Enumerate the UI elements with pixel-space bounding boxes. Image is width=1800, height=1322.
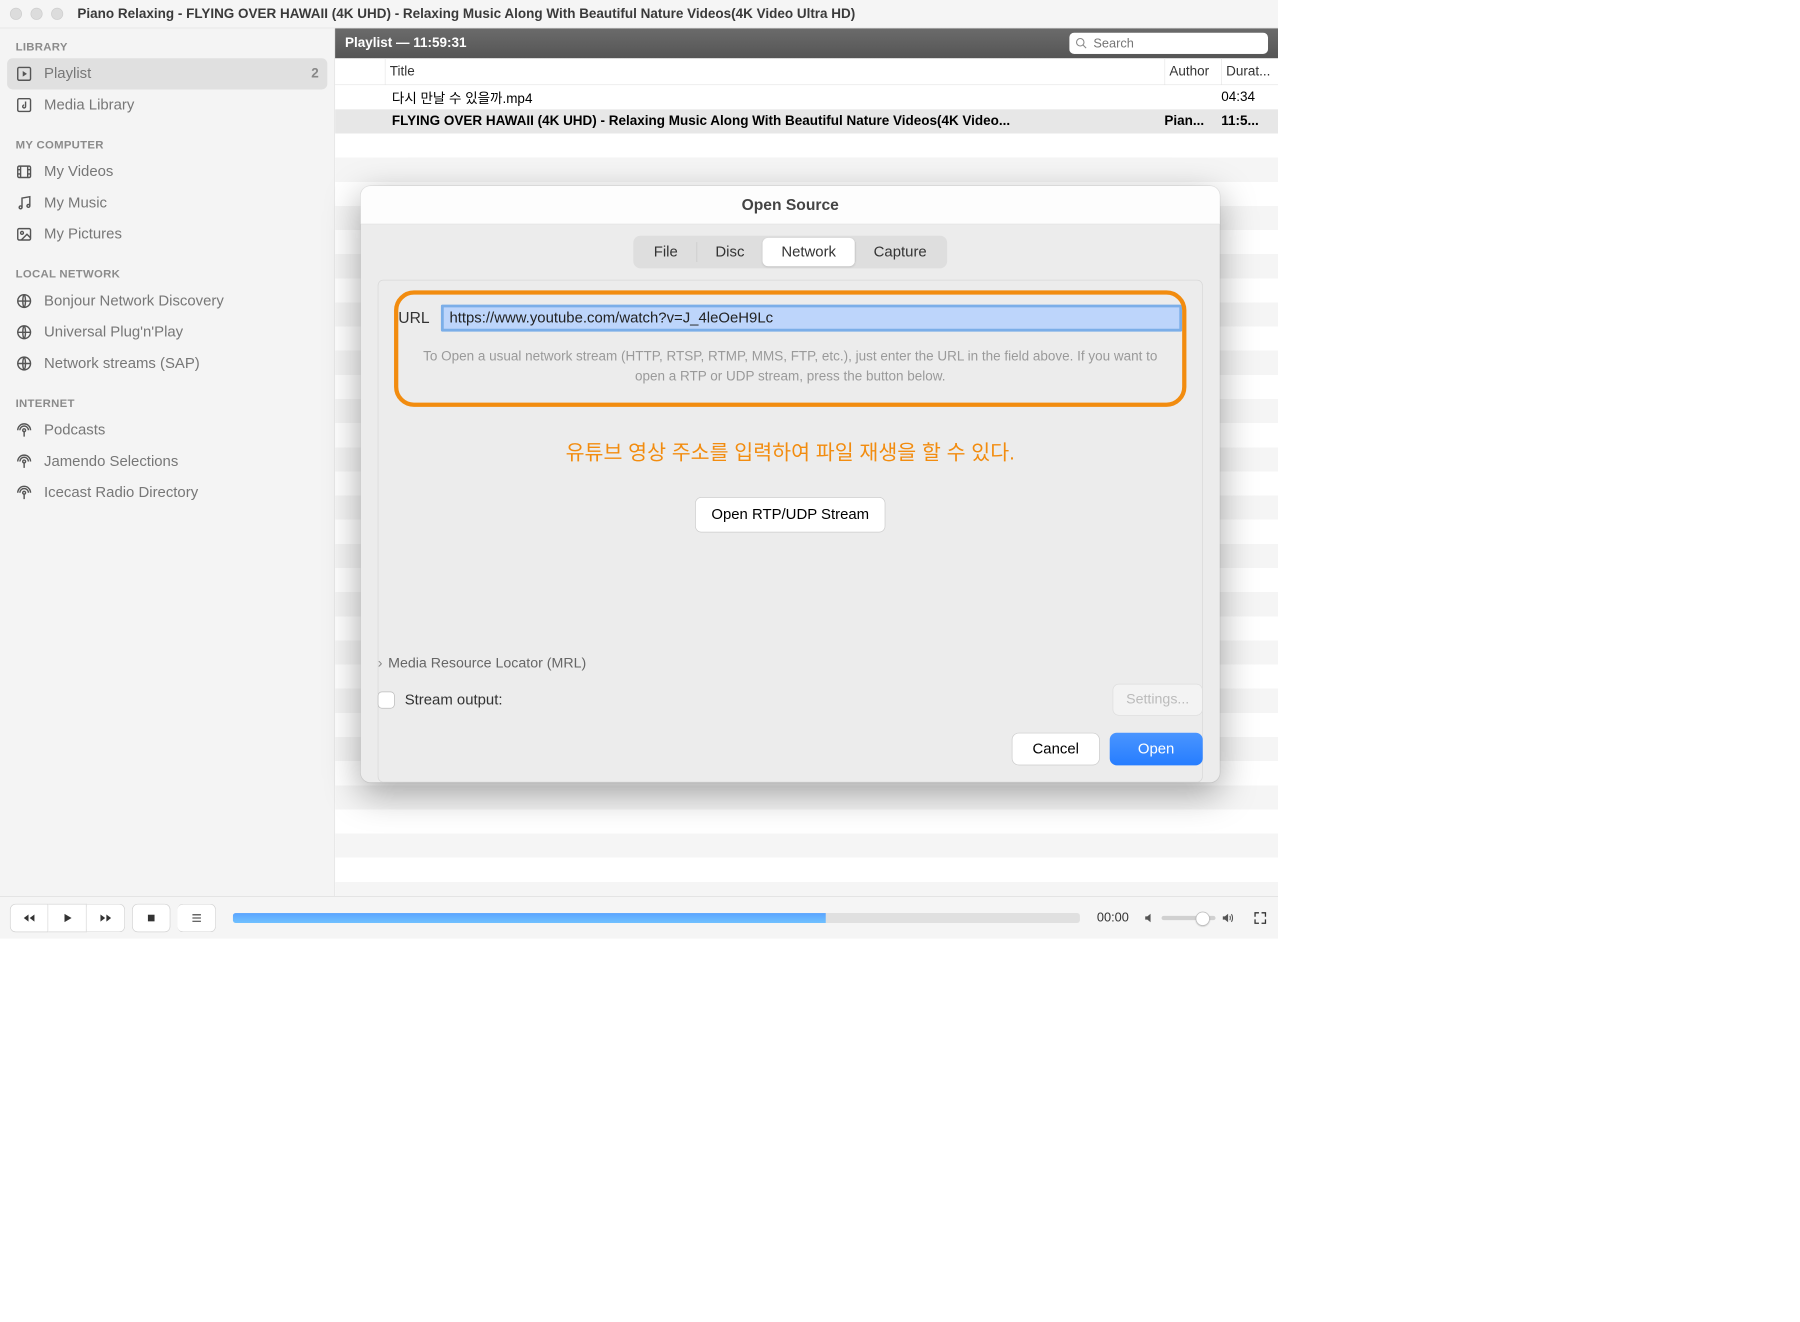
playlist-header-title: Playlist — 11:59:31	[345, 36, 466, 52]
tab-file[interactable]: File	[635, 238, 696, 266]
chevron-right-icon: ›	[378, 655, 383, 671]
table-row[interactable]: FLYING OVER HAWAII (4K UHD) - Relaxing M…	[335, 109, 1278, 133]
film-icon	[16, 163, 33, 180]
row-title: 다시 만날 수 있을까.mp4	[385, 88, 1165, 107]
globe-icon	[16, 293, 33, 310]
row-duration: 04:34	[1221, 89, 1278, 105]
sidebar-item-count: 2	[311, 66, 319, 82]
sidebar-item-my-videos[interactable]: My Videos	[0, 156, 334, 187]
stream-settings-button[interactable]: Settings...	[1113, 684, 1203, 716]
sidebar-item-label: Podcasts	[44, 422, 105, 439]
sidebar-item-label: Jamendo Selections	[44, 453, 178, 470]
source-tabs: File Disc Network Capture	[633, 236, 947, 269]
window-title: Piano Relaxing - FLYING OVER HAWAII (4K …	[77, 6, 855, 22]
stream-output-label: Stream output:	[405, 691, 503, 708]
sidebar-item-label: My Videos	[44, 163, 113, 180]
timecode: 00:00	[1097, 910, 1129, 925]
open-button[interactable]: Open	[1109, 733, 1202, 766]
url-input[interactable]	[441, 305, 1182, 332]
sidebar: LIBRARY Playlist 2 Media Library MY COMP…	[0, 28, 335, 896]
sidebar-item-label: My Pictures	[44, 226, 122, 243]
search-input[interactable]	[1069, 33, 1268, 54]
cancel-button[interactable]: Cancel	[1012, 733, 1100, 766]
column-duration[interactable]: Durat...	[1221, 58, 1278, 84]
mrl-label: Media Resource Locator (MRL)	[388, 655, 586, 671]
column-title[interactable]: Title	[385, 58, 1165, 84]
sidebar-item-sap[interactable]: Network streams (SAP)	[0, 348, 334, 379]
sidebar-item-my-music[interactable]: My Music	[0, 187, 334, 218]
sidebar-item-label: Network streams (SAP)	[44, 355, 200, 372]
broadcast-icon	[16, 453, 33, 470]
sidebar-item-label: Playlist	[44, 65, 91, 82]
progress-bar[interactable]	[233, 913, 1080, 923]
open-source-dialog: Open Source File Disc Network Capture UR…	[361, 186, 1220, 782]
sidebar-section-internet: INTERNET	[0, 392, 334, 415]
sidebar-item-my-pictures[interactable]: My Pictures	[0, 219, 334, 250]
volume-slider[interactable]	[1162, 916, 1216, 920]
sidebar-item-media-library[interactable]: Media Library	[0, 89, 334, 120]
globe-icon	[16, 324, 33, 341]
broadcast-icon	[16, 422, 33, 439]
table-row[interactable]: 다시 만날 수 있을까.mp4 04:34	[335, 85, 1278, 109]
dialog-title: Open Source	[361, 186, 1220, 224]
annotation-text: 유튜브 영상 주소를 입력하여 파일 재생을 할 수 있다.	[393, 436, 1188, 466]
volume-low-icon	[1143, 911, 1156, 924]
music-icon	[16, 195, 33, 212]
progress-fill	[233, 913, 826, 923]
next-button[interactable]	[87, 903, 125, 931]
sidebar-item-jamendo[interactable]: Jamendo Selections	[0, 446, 334, 477]
play-button[interactable]	[48, 903, 86, 931]
tab-network[interactable]: Network	[763, 238, 855, 266]
sidebar-item-bonjour[interactable]: Bonjour Network Discovery	[0, 285, 334, 316]
url-hint: To Open a usual network stream (HTTP, RT…	[393, 347, 1188, 386]
row-author: Pian...	[1164, 114, 1221, 130]
table-header: Title Author Durat...	[335, 58, 1278, 85]
playlist-icon	[16, 65, 33, 82]
sidebar-section-library: LIBRARY	[0, 36, 334, 59]
sidebar-item-playlist[interactable]: Playlist 2	[7, 58, 327, 89]
row-duration: 11:5...	[1221, 114, 1278, 130]
tab-disc[interactable]: Disc	[697, 238, 763, 266]
content-header: Playlist — 11:59:31	[335, 28, 1278, 58]
sidebar-item-podcasts[interactable]: Podcasts	[0, 415, 334, 446]
stream-output-checkbox[interactable]	[378, 691, 395, 708]
sidebar-section-localnetwork: LOCAL NETWORK	[0, 263, 334, 286]
globe-icon	[16, 355, 33, 372]
mrl-disclosure[interactable]: › Media Resource Locator (MRL)	[378, 655, 1203, 671]
minimize-window-button[interactable]	[31, 8, 43, 20]
sidebar-item-icecast[interactable]: Icecast Radio Directory	[0, 477, 334, 508]
url-label: URL	[398, 309, 429, 327]
sidebar-item-upnp[interactable]: Universal Plug'n'Play	[0, 317, 334, 348]
previous-button[interactable]	[10, 903, 48, 931]
picture-icon	[16, 226, 33, 243]
sidebar-item-label: My Music	[44, 195, 107, 212]
playlist-toggle-button[interactable]	[178, 903, 216, 931]
sidebar-section-mycomputer: MY COMPUTER	[0, 133, 334, 156]
volume-high-icon	[1221, 911, 1234, 924]
broadcast-icon	[16, 484, 33, 501]
open-rtp-udp-button[interactable]: Open RTP/UDP Stream	[695, 497, 885, 532]
close-window-button[interactable]	[10, 8, 22, 20]
sidebar-item-label: Media Library	[44, 97, 134, 114]
sidebar-item-label: Bonjour Network Discovery	[44, 293, 224, 310]
tab-capture[interactable]: Capture	[855, 238, 945, 266]
column-author[interactable]: Author	[1164, 58, 1221, 84]
sidebar-item-label: Universal Plug'n'Play	[44, 324, 183, 341]
stop-button[interactable]	[132, 903, 170, 931]
library-icon	[16, 97, 33, 114]
titlebar: Piano Relaxing - FLYING OVER HAWAII (4K …	[0, 0, 1278, 28]
traffic-lights	[10, 8, 63, 20]
maximize-window-button[interactable]	[51, 8, 63, 20]
playback-controls: 00:00	[0, 896, 1278, 939]
row-title: FLYING OVER HAWAII (4K UHD) - Relaxing M…	[385, 114, 1165, 130]
fullscreen-button[interactable]	[1252, 910, 1268, 926]
sidebar-item-label: Icecast Radio Directory	[44, 484, 198, 501]
